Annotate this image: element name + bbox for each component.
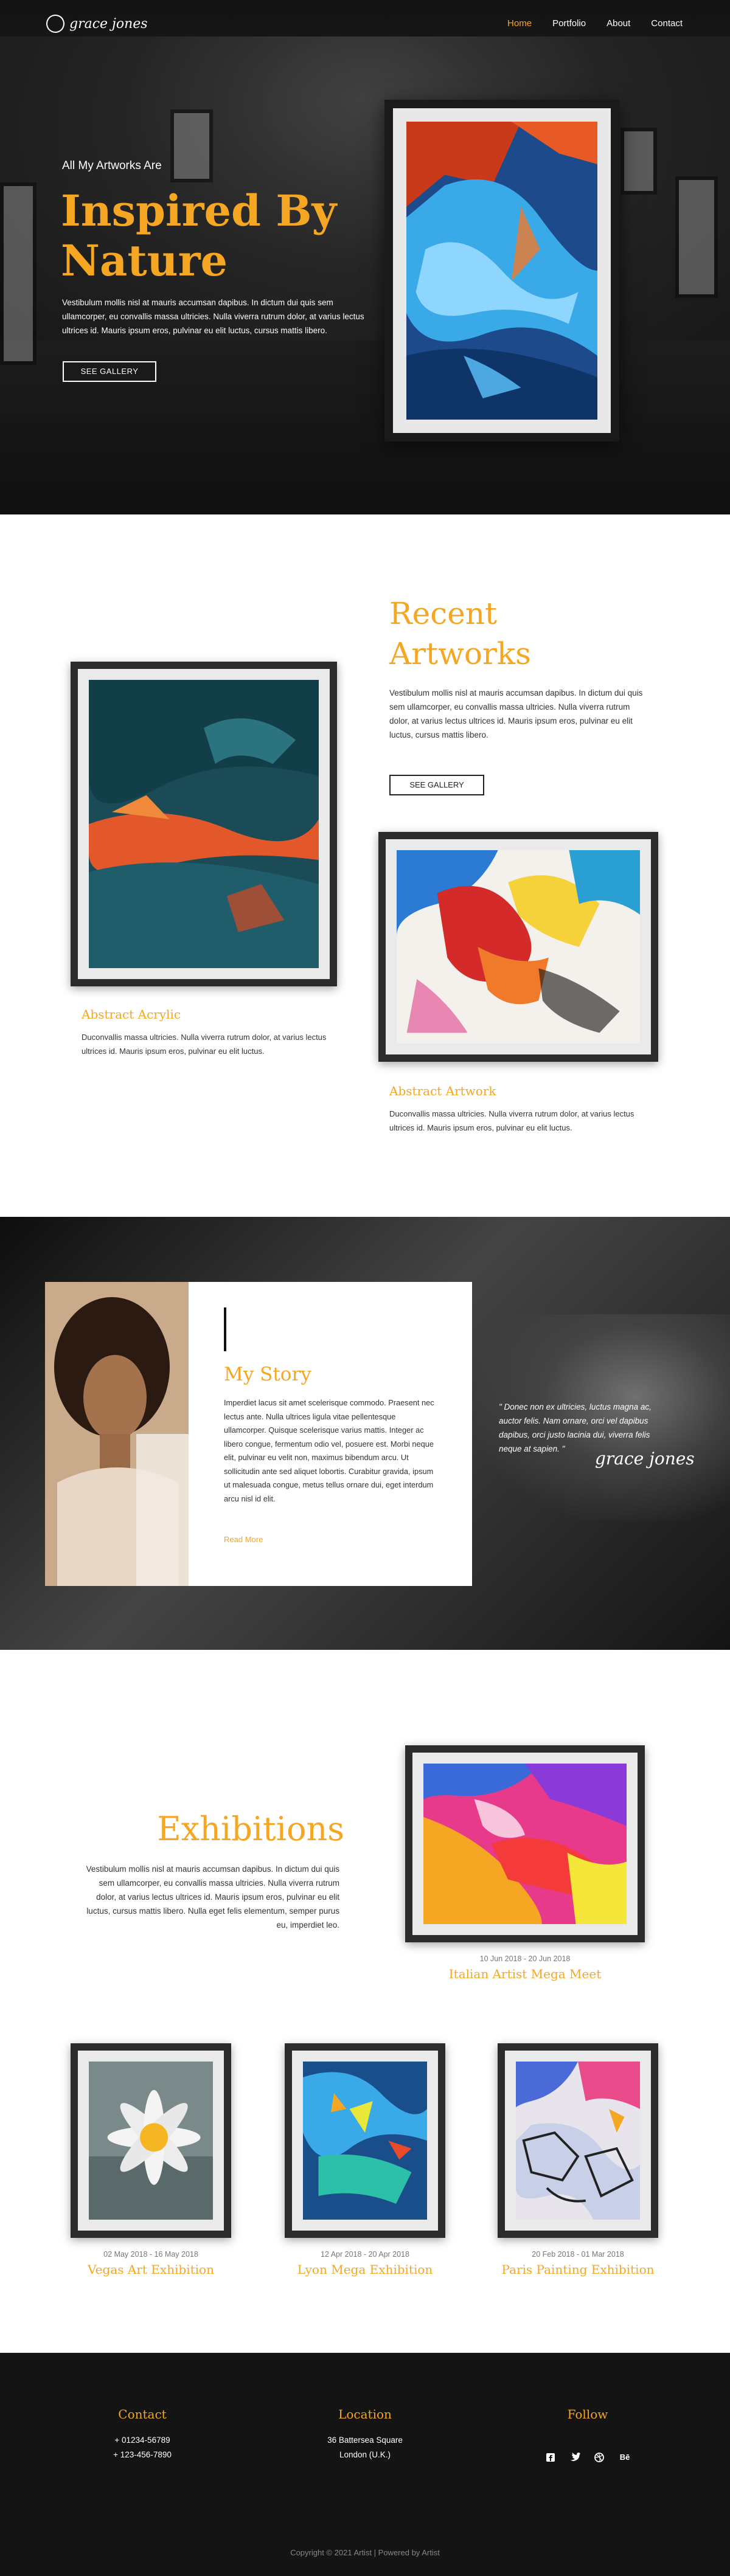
exhibitions-title: Exhibitions	[157, 1810, 344, 1848]
behance-icon[interactable]: Bē	[618, 2452, 631, 2463]
artwork-mat	[78, 669, 330, 979]
exhibition-date: 20 Feb 2018 - 01 Mar 2018	[532, 2250, 624, 2259]
artwork-frame	[71, 662, 337, 986]
footer	[0, 2353, 730, 2576]
artwork-title: Abstract Acrylic	[82, 1007, 181, 1022]
phone-number[interactable]: + 01234-56789	[82, 2436, 203, 2445]
recent-text: Vestibulum mollis nisl at mauris accumsa…	[389, 688, 643, 739]
artwork-mat	[78, 2051, 224, 2231]
hero-kicker: All My Artworks Are	[62, 159, 162, 172]
artist-photo	[45, 1282, 189, 1586]
read-more-link[interactable]: Read More	[224, 1535, 263, 1544]
story-accent-bar	[224, 1307, 226, 1351]
hero-artwork-frame	[384, 100, 619, 441]
nav-about[interactable]: About	[607, 18, 630, 29]
address-line: London (U.K.)	[339, 2450, 391, 2459]
vegas-exhibition-artwork	[89, 2062, 213, 2220]
artwork-frame	[378, 832, 658, 1062]
logo-icon	[43, 12, 68, 36]
footer-contact-title: Contact	[118, 2407, 167, 2422]
artwork-text: Duconvallis massa ultricies. Nulla viver…	[389, 1109, 634, 1132]
exhibition-frame	[285, 2043, 445, 2238]
artwork-title: Abstract Artwork	[389, 1084, 496, 1098]
dribbble-icon[interactable]	[594, 2452, 605, 2463]
exhibition-date: 02 May 2018 - 16 May 2018	[103, 2250, 198, 2259]
exhibition-date: 10 Jun 2018 - 20 Jun 2018	[479, 1955, 571, 1963]
artwork-mat	[393, 108, 611, 433]
exhibition-name[interactable]: Paris Painting Exhibition	[498, 2262, 658, 2277]
paris-exhibition-artwork	[510, 2062, 640, 2220]
nav-portfolio[interactable]: Portfolio	[552, 18, 586, 29]
signature: grace jones	[595, 1449, 695, 1469]
logo-text: grace jones	[69, 16, 148, 32]
hero-section: grace jones Home Portfolio About Contact…	[0, 0, 730, 514]
artwork-mat	[505, 2051, 651, 2231]
exhibition-name[interactable]: Italian Artist Mega Meet	[405, 1967, 645, 1981]
copyright: Copyright © 2021 Artist | Powered by Art…	[290, 2548, 440, 2557]
exhibition-name[interactable]: Lyon Mega Exhibition	[285, 2262, 445, 2277]
footer-location-title: Location	[338, 2407, 392, 2422]
quote-text: " Donec non ex ultricies, luctus magna a…	[499, 1402, 652, 1453]
main-nav: Home Portfolio About Contact	[507, 18, 683, 29]
artwork-text: Duconvallis massa ultricies. Nulla viver…	[82, 1033, 327, 1056]
recent-see-gallery-button[interactable]: SEE GALLERY	[389, 775, 484, 795]
abstract-artwork	[397, 850, 640, 1044]
nav-home[interactable]: Home	[507, 18, 532, 29]
artwork-mat	[292, 2051, 438, 2231]
hero-text: Vestibulum mollis nisl at mauris accumsa…	[62, 298, 364, 335]
artwork-mat	[386, 839, 651, 1054]
artwork-mat	[412, 1753, 638, 1935]
address-line: 36 Battersea Square	[327, 2436, 403, 2445]
phone-number[interactable]: + 123-456-7890	[82, 2450, 203, 2459]
nav-contact[interactable]: Contact	[651, 18, 683, 29]
exhibition-name[interactable]: Vegas Art Exhibition	[71, 2262, 231, 2277]
exhibition-frame	[498, 2043, 658, 2238]
story-title: My Story	[224, 1363, 311, 1385]
artist-portrait	[45, 1282, 189, 1586]
hero-title: Inspired By Nature	[61, 185, 337, 286]
footer-follow-title: Follow	[567, 2407, 608, 2422]
lyon-exhibition-artwork	[303, 2062, 427, 2220]
exhibition-frame	[71, 2043, 231, 2238]
exhibition-date: 12 Apr 2018 - 20 Apr 2018	[321, 2250, 409, 2259]
italian-exhibition-artwork	[419, 1764, 627, 1924]
abstract-acrylic-artwork	[89, 680, 319, 968]
facebook-icon[interactable]	[545, 2452, 556, 2463]
exhibition-frame	[405, 1745, 645, 1942]
twitter-icon[interactable]	[569, 2452, 580, 2463]
exhibitions-text: Vestibulum mollis nisl at mauris accumsa…	[86, 1864, 339, 1930]
hero-artwork	[406, 122, 597, 420]
see-gallery-button[interactable]: SEE GALLERY	[63, 361, 156, 382]
logo[interactable]: grace jones	[43, 12, 148, 36]
story-text: Imperdiet lacus sit amet scelerisque com…	[224, 1398, 434, 1503]
recent-title: Recent Artworks	[389, 596, 531, 671]
